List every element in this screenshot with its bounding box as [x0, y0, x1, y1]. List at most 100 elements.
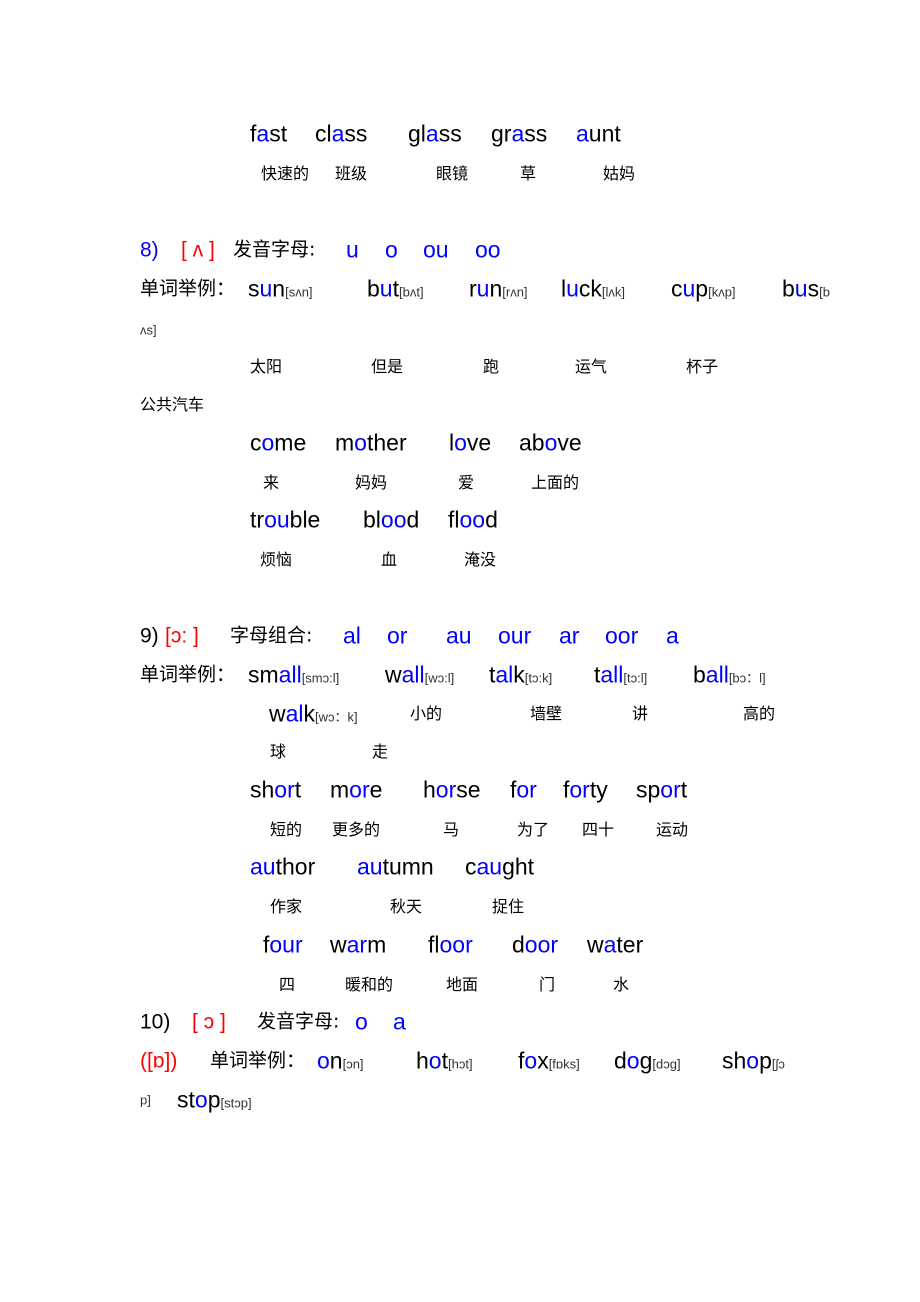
highlight-text: ([ɒ])	[140, 1049, 178, 1073]
word-highlight: u	[566, 275, 579, 302]
example-word: luck[lʌk]	[561, 275, 626, 302]
example-word: wall[wɔ:l]	[385, 661, 454, 688]
word-highlight: our	[269, 931, 303, 958]
example-word: water	[587, 933, 643, 957]
translation-text: 四	[279, 975, 296, 994]
example-word: for	[510, 778, 537, 802]
word-highlight: all	[278, 661, 302, 688]
translation-text: 捉住	[492, 897, 525, 916]
highlight-text: [ ɔ ]	[192, 1010, 226, 1034]
word-part: thor	[275, 853, 316, 880]
phonetic-transcription: [bɔ：l]	[728, 670, 766, 686]
word-part: p	[207, 1086, 221, 1113]
example-word: four	[263, 931, 303, 958]
label-text: ʌs]	[140, 322, 157, 338]
document-page: fast class glass grass aunt 快速的 班级 眼镜草姑妈 8)[ ʌ ]…	[0, 0, 920, 1302]
translation-text: 为了	[517, 820, 550, 839]
word-part: fl	[428, 931, 440, 958]
word-highlight: all	[401, 661, 425, 688]
word-highlight: a	[425, 120, 439, 147]
translation-text: 血	[381, 550, 398, 569]
phonetic-transcription: [tɔ:l]	[623, 670, 648, 686]
word-highlight: a	[256, 120, 270, 147]
translation-text: 讲	[632, 704, 649, 723]
highlight-text: au	[446, 622, 472, 649]
example-word: short	[250, 778, 301, 802]
highlight-text: 8)	[140, 238, 159, 262]
word-part: b	[367, 275, 380, 302]
word-part: r	[469, 275, 477, 302]
word-part: e	[369, 776, 383, 803]
word-part: ty	[589, 776, 608, 803]
word-highlight: au	[250, 853, 276, 880]
translation-text: 四十	[582, 820, 615, 839]
word-highlight: oor	[524, 931, 559, 958]
translation-text: 但是	[371, 357, 404, 376]
translation-text: 走	[372, 742, 389, 761]
word-part: ther	[366, 429, 407, 456]
word-part: k	[303, 700, 316, 727]
word-highlight: al	[285, 700, 304, 727]
phonetic-transcription: [kʌp]	[708, 284, 736, 300]
word-part: sp	[636, 776, 661, 803]
word-highlight: o	[317, 1047, 330, 1074]
word-part: h	[423, 776, 436, 803]
word-highlight: or	[660, 776, 681, 803]
word-highlight: a	[576, 120, 589, 147]
translation-text: 短的	[270, 820, 303, 839]
highlight-text: al	[343, 622, 361, 649]
word-part: d	[406, 506, 420, 533]
example-word: love	[449, 431, 491, 455]
translation-text: 暖和的	[345, 975, 394, 994]
example-word: sun[sʌn]	[248, 275, 313, 302]
highlight-text: ar	[559, 622, 580, 649]
highlight-text: our	[498, 622, 532, 649]
word-part: bl	[363, 506, 381, 533]
example-word: class	[315, 120, 367, 147]
word-part: m	[335, 429, 355, 456]
word-part: cl	[315, 120, 332, 147]
word-part: sh	[722, 1047, 747, 1074]
word-highlight: o	[428, 1047, 442, 1074]
translation-text: 运气	[575, 357, 608, 376]
word-part: n	[489, 275, 503, 302]
phonetic-transcription: [lʌk]	[601, 284, 626, 300]
example-word: above	[519, 429, 582, 456]
phonetic-transcription: [smɔ:l]	[301, 670, 340, 686]
example-word: grass	[491, 122, 547, 146]
example-word: glass	[408, 120, 462, 147]
word-part: ve	[557, 429, 582, 456]
word-part: m	[330, 776, 350, 803]
example-word: trouble	[250, 506, 320, 533]
word-part: st	[177, 1086, 195, 1113]
label-text: p]	[140, 1092, 151, 1108]
word-part: tr	[250, 506, 265, 533]
example-word: mother	[335, 429, 407, 456]
example-word: shop[ʃɔ	[722, 1047, 785, 1074]
word-part: w	[330, 931, 347, 958]
word-highlight: u	[682, 275, 696, 302]
word-highlight: au	[476, 853, 503, 880]
example-word: warm	[330, 931, 386, 958]
example-word: more	[330, 776, 383, 803]
word-highlight: u	[259, 275, 273, 302]
translation-text: 班级	[335, 164, 368, 183]
label-text: 10)	[140, 1010, 171, 1034]
translation-text: 水	[613, 975, 630, 994]
translation-text: 快速的	[261, 164, 310, 183]
word-part: g	[639, 1047, 653, 1074]
highlight-text: [ ʌ ]	[181, 238, 215, 262]
phonetic-transcription: [wɔ：k]	[315, 709, 358, 725]
example-word: but[bʌt]	[367, 275, 424, 302]
phonetic-transcription: [b	[819, 284, 830, 300]
example-word: fast	[250, 120, 287, 147]
phonetic-transcription: [rʌn]	[502, 284, 528, 300]
translation-text: 淹没	[464, 550, 497, 569]
word-part: k	[513, 661, 525, 688]
word-highlight: ar	[346, 931, 368, 958]
label-text: 发音字母:	[233, 238, 316, 261]
translation-text: 小的	[410, 704, 443, 723]
example-word: forty	[563, 776, 608, 803]
word-part: unt	[588, 120, 621, 147]
example-word: aunt	[576, 120, 621, 147]
